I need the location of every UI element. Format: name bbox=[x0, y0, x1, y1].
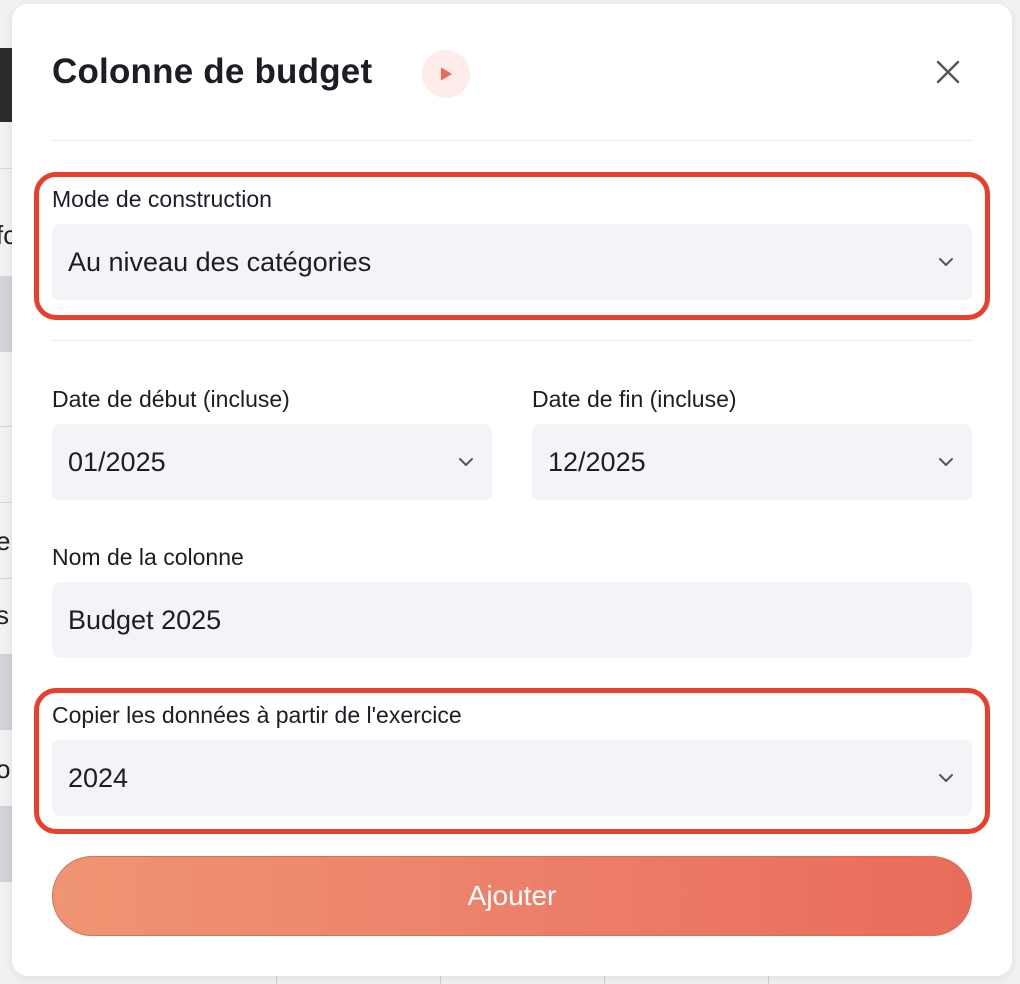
mode-value: Au niveau des catégories bbox=[68, 246, 372, 277]
column-name-input[interactable]: Budget 2025 bbox=[52, 582, 972, 658]
background-divider bbox=[768, 976, 769, 984]
background-text: o bbox=[0, 754, 11, 784]
start-date-label: Date de début (incluse) bbox=[52, 386, 290, 412]
end-date-label: Date de fin (incluse) bbox=[532, 386, 737, 412]
start-date-select[interactable]: 01/2025 bbox=[52, 424, 492, 500]
chevron-down-icon bbox=[936, 252, 956, 272]
chevron-down-icon bbox=[936, 452, 956, 472]
header-divider bbox=[52, 140, 972, 141]
start-date-value: 01/2025 bbox=[68, 446, 166, 477]
modal-title: Colonne de budget bbox=[52, 52, 373, 91]
mode-label: Mode de construction bbox=[52, 186, 272, 212]
end-date-select[interactable]: 12/2025 bbox=[532, 424, 972, 500]
background-divider bbox=[440, 976, 441, 984]
column-name-value: Budget 2025 bbox=[68, 604, 222, 635]
budget-column-modal: Colonne de budget Mode de construction A… bbox=[12, 4, 1012, 976]
background-text: e bbox=[0, 526, 11, 556]
background-block bbox=[0, 806, 12, 882]
mode-select[interactable]: Au niveau des catégories bbox=[52, 224, 972, 300]
add-button[interactable]: Ajouter bbox=[52, 856, 972, 936]
background-divider bbox=[276, 976, 277, 984]
close-button[interactable] bbox=[928, 52, 968, 92]
section-divider bbox=[52, 340, 972, 341]
play-icon bbox=[441, 67, 452, 81]
copy-from-select[interactable]: 2024 bbox=[52, 740, 972, 816]
close-icon bbox=[936, 60, 960, 84]
background-dark-block bbox=[0, 48, 12, 122]
background-block bbox=[0, 276, 12, 352]
copy-from-value: 2024 bbox=[68, 762, 129, 793]
background-block bbox=[0, 654, 12, 730]
chevron-down-icon bbox=[456, 452, 476, 472]
copy-from-label: Copier les données à partir de l'exercic… bbox=[52, 702, 462, 728]
background-text: s bbox=[0, 600, 9, 630]
end-date-value: 12/2025 bbox=[548, 446, 646, 477]
chevron-down-icon bbox=[936, 768, 956, 788]
column-name-label: Nom de la colonne bbox=[52, 544, 244, 570]
play-video-button[interactable] bbox=[422, 50, 470, 98]
background-divider bbox=[604, 976, 605, 984]
